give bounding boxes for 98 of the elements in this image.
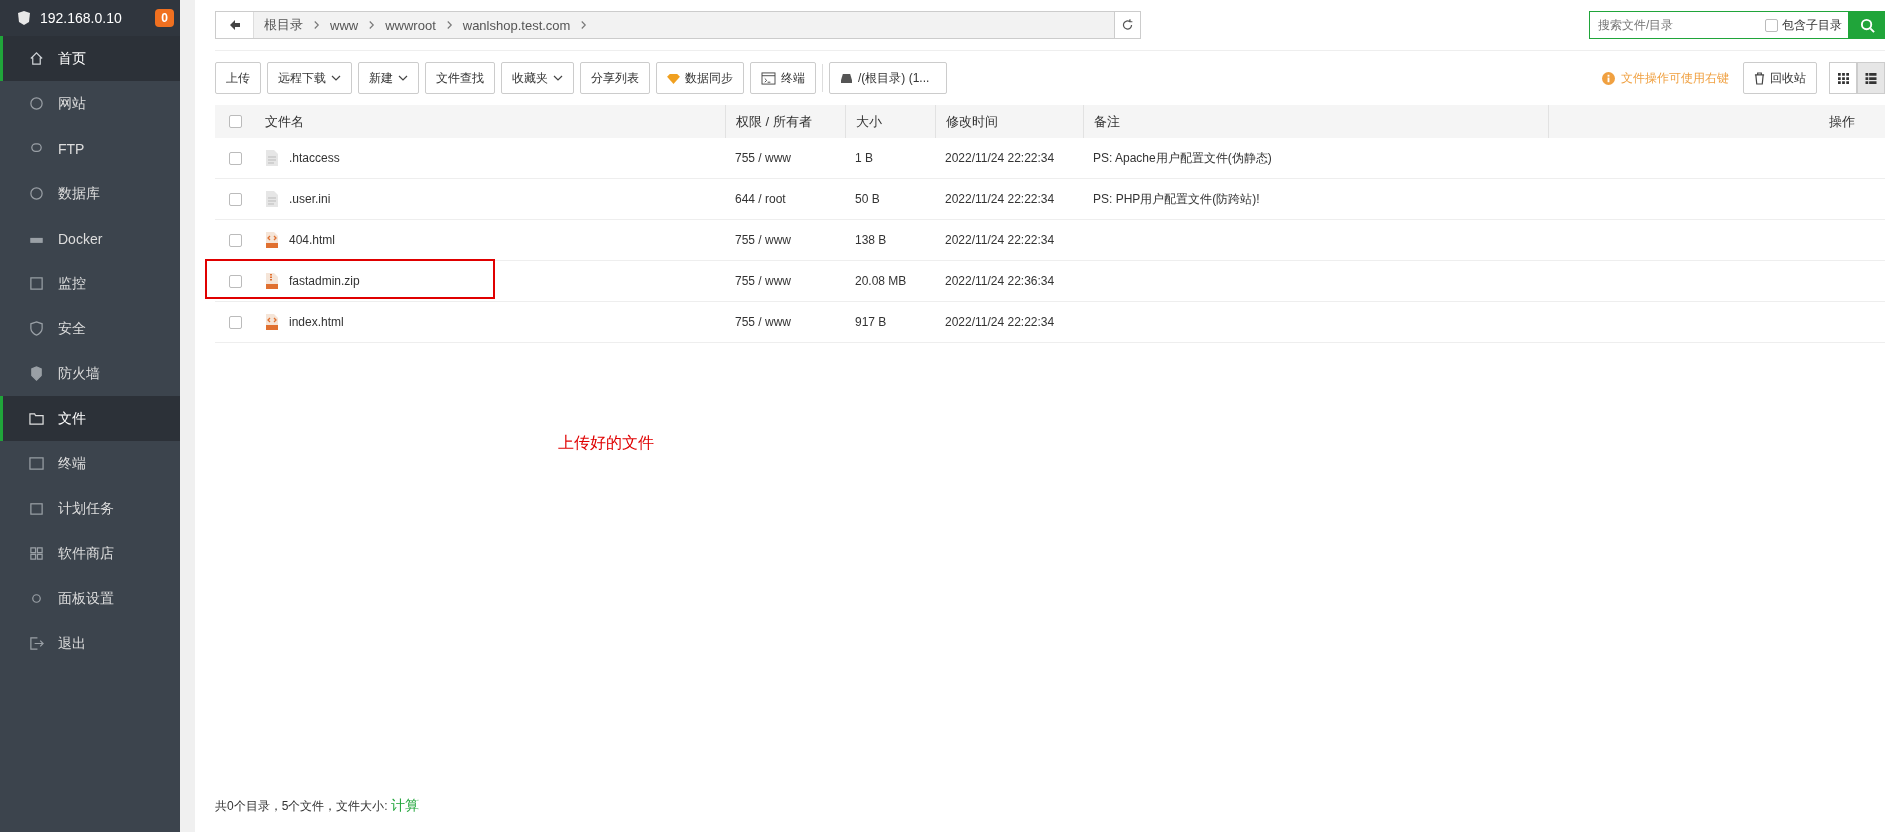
search-icon — [1859, 17, 1875, 33]
table-cell: 2022/11/24 22:22:34 — [945, 315, 1055, 329]
chevron-icon — [445, 20, 453, 30]
table-cell: 755 / www — [735, 274, 792, 288]
sidebar-item[interactable]: 安全 — [0, 306, 180, 351]
table-cell: 1 B — [855, 151, 873, 165]
chevron-icon — [580, 20, 588, 30]
hint-text: 文件操作可使用右键 — [1621, 69, 1729, 87]
server-address: 192.168.0.10 — [40, 10, 123, 26]
toolbar-button[interactable]: 新建 — [358, 62, 419, 94]
archive-file-icon — [265, 272, 279, 290]
file-name-link[interactable]: fastadmin.zip — [289, 274, 360, 288]
document-icon — [265, 190, 279, 208]
table-cell: 138 B — [855, 233, 887, 247]
html-file-icon — [265, 313, 279, 331]
sidebar-item[interactable]: 首页 — [0, 36, 180, 81]
column-header: 操作 — [1829, 112, 1855, 131]
terminal-icon — [761, 71, 776, 85]
file-name-link[interactable]: 404.html — [289, 233, 336, 247]
toolbar-button[interactable]: 终端 — [750, 62, 816, 94]
table-cell: 20.08 MB — [855, 274, 907, 288]
table-cell: 2022/11/24 22:22:34 — [945, 192, 1055, 206]
back-button[interactable] — [216, 12, 254, 38]
row-checkbox[interactable] — [228, 192, 242, 206]
caret-icon — [553, 75, 563, 81]
list-view-button[interactable] — [1857, 62, 1885, 94]
search-field[interactable]: 搜索文件/目录 包含子目录 — [1589, 11, 1849, 39]
info-icon — [1602, 71, 1615, 85]
file-name-link[interactable]: .user.ini — [289, 192, 331, 206]
row-checkbox[interactable] — [228, 233, 242, 247]
toolbar-button[interactable]: 数据同步 — [656, 62, 744, 94]
drive-icon — [840, 72, 853, 84]
file-name-link[interactable]: .htaccess — [289, 151, 340, 165]
sidebar-item[interactable]: 软件商店 — [0, 531, 180, 576]
row-checkbox[interactable] — [228, 315, 242, 329]
table-cell: 50 B — [855, 192, 880, 206]
table-cell: 755 / www — [735, 315, 792, 329]
toolbar-button[interactable]: /(根目录) (1... — [829, 62, 947, 94]
shield-icon — [16, 10, 32, 26]
toolbar-button[interactable]: 远程下载 — [267, 62, 352, 94]
notification-badge: 0 — [155, 9, 174, 27]
table-cell: PS: Apache用户配置文件(伪静态) — [1093, 149, 1272, 167]
breadcrumb-link[interactable]: 根目录 — [264, 16, 303, 34]
breadcrumb-link[interactable]: wwwroot — [385, 17, 436, 33]
table-cell: 755 / www — [735, 233, 792, 247]
list-icon — [1865, 72, 1877, 84]
refresh-button[interactable] — [1115, 11, 1141, 39]
table-cell: 2022/11/24 22:22:34 — [945, 233, 1055, 247]
caret-icon — [398, 75, 408, 81]
html-file-icon — [265, 231, 279, 249]
file-name-link[interactable]: index.html — [289, 315, 344, 329]
toolbar-button[interactable]: 分享列表 — [580, 62, 650, 94]
diamond-icon — [667, 72, 680, 84]
breadcrumb-link[interactable]: wanlshop.test.com — [462, 17, 571, 33]
trash-icon — [1754, 71, 1765, 85]
sidebar-item[interactable]: 面板设置 — [0, 576, 180, 621]
grid-view-button[interactable] — [1829, 62, 1857, 94]
toolbar-button[interactable]: 文件查找 — [425, 62, 495, 94]
sidebar-item[interactable]: 数据库 — [0, 171, 180, 216]
chevron-icon — [313, 20, 320, 30]
table-cell: PS: PHP用户配置文件(防跨站)! — [1093, 190, 1260, 208]
sidebar-item[interactable]: 终端 — [0, 441, 180, 486]
sidebar-item[interactable]: 文件 — [0, 396, 180, 441]
select-all-checkbox[interactable] — [228, 115, 242, 128]
sidebar-item[interactable]: 网站 — [0, 81, 180, 126]
column-header[interactable]: 备注 — [1094, 112, 1120, 131]
chevron-icon — [368, 20, 376, 30]
back-arrow-icon — [228, 19, 241, 31]
grid-icon — [1837, 72, 1849, 84]
recycle-bin-button[interactable]: 回收站 — [1743, 62, 1817, 94]
sidebar-item[interactable]: 防火墙 — [0, 351, 180, 396]
file-summary: 共0个目录，5个文件，文件大小: 计算 — [215, 797, 419, 815]
table-cell: 755 / www — [735, 151, 792, 165]
sidebar-item[interactable]: 退出 — [0, 621, 180, 666]
table-cell: 2022/11/24 22:22:34 — [945, 151, 1055, 165]
row-checkbox[interactable] — [228, 274, 242, 288]
checkbox[interactable] — [1765, 18, 1778, 32]
search-button[interactable] — [1849, 11, 1885, 39]
column-header[interactable]: 文件名 — [265, 112, 304, 131]
toolbar-button[interactable]: 上传 — [215, 62, 261, 94]
document-icon — [265, 149, 279, 167]
sidebar-item[interactable]: 监控 — [0, 261, 180, 306]
column-header[interactable]: 修改时间 — [946, 112, 998, 131]
row-checkbox[interactable] — [228, 151, 242, 165]
sidebar-item[interactable]: Docker — [0, 216, 180, 261]
annotation-text: 上传好的文件 — [558, 434, 654, 451]
caret-icon — [331, 75, 341, 81]
breadcrumb-link[interactable]: www — [330, 17, 359, 33]
column-header[interactable]: 大小 — [856, 112, 882, 131]
checkbox-label: 包含子目录 — [1782, 16, 1842, 34]
refresh-icon — [1121, 18, 1134, 32]
table-cell: 2022/11/24 22:36:34 — [945, 274, 1055, 288]
column-header[interactable]: 权限 / 所有者 — [736, 112, 812, 131]
sidebar-item[interactable]: 计划任务 — [0, 486, 180, 531]
table-cell: 917 B — [855, 315, 887, 329]
toolbar-button[interactable]: 收藏夹 — [501, 62, 574, 94]
table-cell: 644 / root — [735, 192, 786, 206]
sidebar-item[interactable]: FTP — [0, 126, 180, 171]
